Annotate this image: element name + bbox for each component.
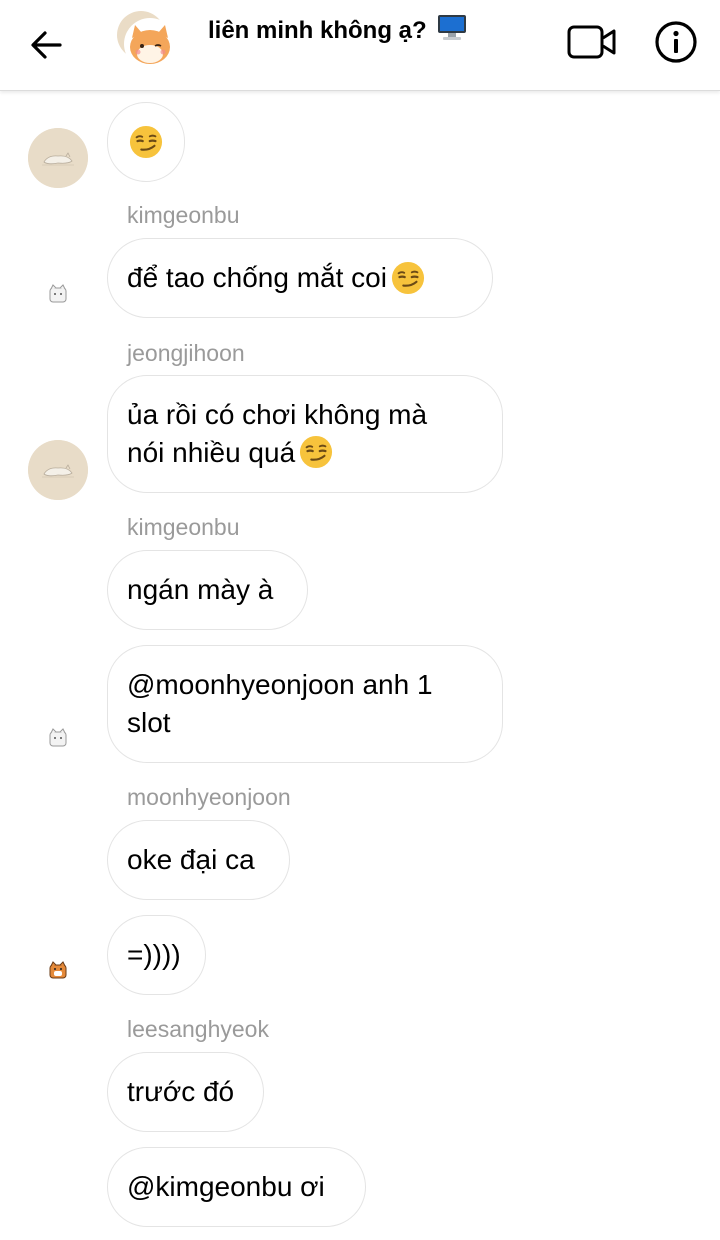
- sender-name: jeongjihoon: [127, 340, 245, 366]
- message-bubble[interactable]: =)))): [107, 915, 206, 995]
- message-bubble[interactable]: ủa rồi có chơi không mà nói nhiều quá: [107, 375, 503, 493]
- message-text: =)))): [127, 939, 181, 970]
- message-bubble[interactable]: @moonhyeonjoon anh 1 slot: [107, 645, 503, 763]
- smirk-emoji-icon: [391, 261, 425, 295]
- desktop-computer-icon: [438, 15, 467, 40]
- sender-avatar[interactable]: [44, 724, 72, 752]
- message-text-line: slot: [127, 707, 171, 738]
- message-text: @kimgeonbu ơi: [127, 1171, 325, 1202]
- video-camera-icon[interactable]: [566, 22, 618, 62]
- title-text: liên minh không ạ?: [208, 17, 427, 44]
- sender-avatar[interactable]: [28, 440, 88, 500]
- message-bubble[interactable]: @kimgeonbu ơi: [107, 1147, 366, 1227]
- sender-avatar[interactable]: [44, 280, 72, 308]
- chat-header: liên minh không ạ?: [0, 0, 720, 91]
- sender-avatar[interactable]: [28, 128, 88, 188]
- message-text-line: nói nhiều quá: [127, 434, 333, 472]
- sender-avatar[interactable]: [44, 956, 72, 984]
- message-bubble[interactable]: để tao chống mắt coi: [107, 238, 493, 318]
- smirk-emoji-icon: [299, 435, 333, 469]
- message-bubble[interactable]: oke đại ca: [107, 820, 290, 900]
- message-bubble[interactable]: [107, 102, 185, 182]
- sender-name: kimgeonbu: [127, 202, 240, 228]
- message-bubble[interactable]: ngán mày à: [107, 550, 308, 630]
- sender-name: leesanghyeok: [127, 1016, 269, 1042]
- sender-name: kimgeonbu: [127, 514, 240, 540]
- conversation-title[interactable]: liên minh không ạ?: [208, 13, 467, 45]
- message-text-line: @moonhyeonjoon anh 1: [127, 669, 433, 700]
- smirk-emoji-icon: [129, 125, 163, 159]
- message-text-line: ủa rồi có chơi không mà: [127, 399, 428, 430]
- sender-name: moonhyeonjoon: [127, 784, 291, 810]
- message-text: để tao chống mắt coi: [127, 262, 387, 293]
- group-avatar[interactable]: [114, 11, 182, 73]
- message-text: trước đó: [127, 1076, 235, 1107]
- back-arrow-icon[interactable]: [26, 24, 68, 66]
- message-list[interactable]: kimgeonbu để tao chống mắt coi jeongjiho…: [0, 92, 720, 1240]
- message-text: oke đại ca: [127, 844, 255, 875]
- info-icon[interactable]: [654, 20, 698, 64]
- message-text: ngán mày à: [127, 574, 274, 605]
- message-bubble[interactable]: trước đó: [107, 1052, 264, 1132]
